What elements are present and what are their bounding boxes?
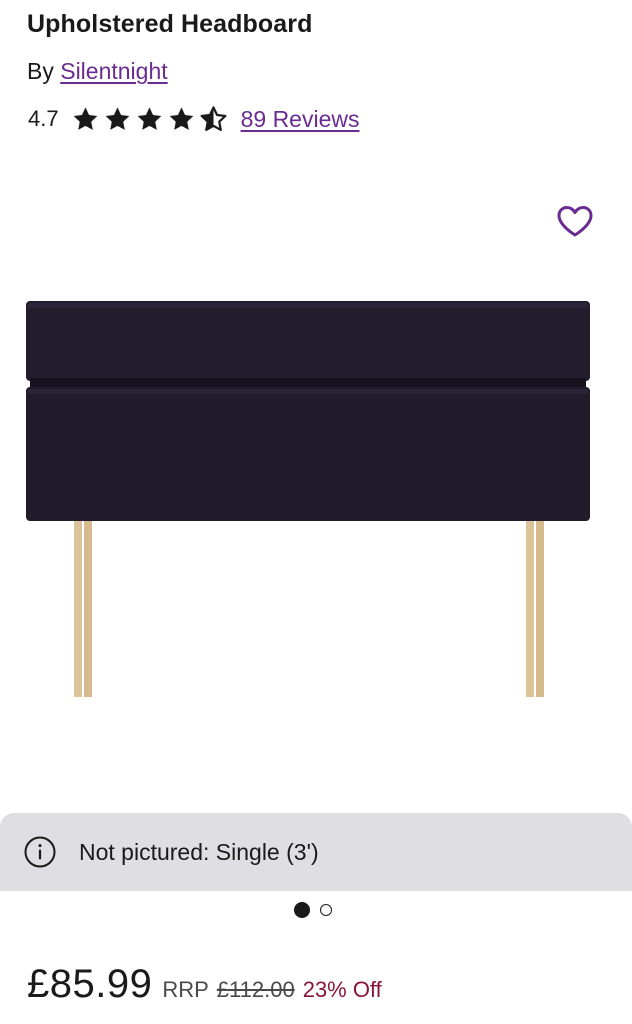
- star-full-icon: [169, 106, 193, 130]
- headboard-upper-panel: [26, 301, 590, 381]
- headboard-leg-left: [74, 520, 92, 697]
- current-price: £85.99: [27, 962, 153, 1006]
- reviews-link[interactable]: 89 Reviews: [241, 106, 360, 133]
- star-full-icon: [73, 106, 97, 130]
- product-image[interactable]: [0, 290, 632, 710]
- headboard-seam: [30, 378, 586, 388]
- image-note-bar: Not pictured: Single (3'): [0, 813, 632, 891]
- rrp-price: £112.00: [216, 977, 295, 1002]
- rating-row: 4.7 89 Reviews: [28, 102, 359, 136]
- star-full-icon: [105, 106, 129, 130]
- brand-link[interactable]: Silentnight: [60, 58, 167, 84]
- brand-byline: By Silentnight: [27, 58, 168, 85]
- heart-icon: [557, 206, 593, 237]
- brand-prefix: By: [27, 58, 54, 84]
- info-icon: [24, 836, 56, 868]
- headboard-lower-panel: [26, 387, 590, 521]
- rrp-label: RRP: [162, 977, 209, 1002]
- gallery-dot-1[interactable]: [294, 902, 310, 918]
- image-note-text: Not pictured: Single (3'): [79, 838, 319, 865]
- star-half-icon: [200, 105, 227, 131]
- wishlist-button[interactable]: [554, 201, 596, 243]
- star-full-icon: [137, 106, 161, 130]
- rating-value: 4.7: [28, 106, 59, 131]
- price-row: £85.99 RRP £112.00 23% Off: [27, 962, 382, 1007]
- discount-label: 23% Off: [302, 977, 382, 1002]
- star-rating: [71, 105, 231, 134]
- headboard-leg-right: [526, 520, 544, 697]
- gallery-dot-2[interactable]: [320, 904, 332, 916]
- product-title: Upholstered Headboard: [27, 10, 313, 38]
- gallery-pagination: [294, 902, 342, 918]
